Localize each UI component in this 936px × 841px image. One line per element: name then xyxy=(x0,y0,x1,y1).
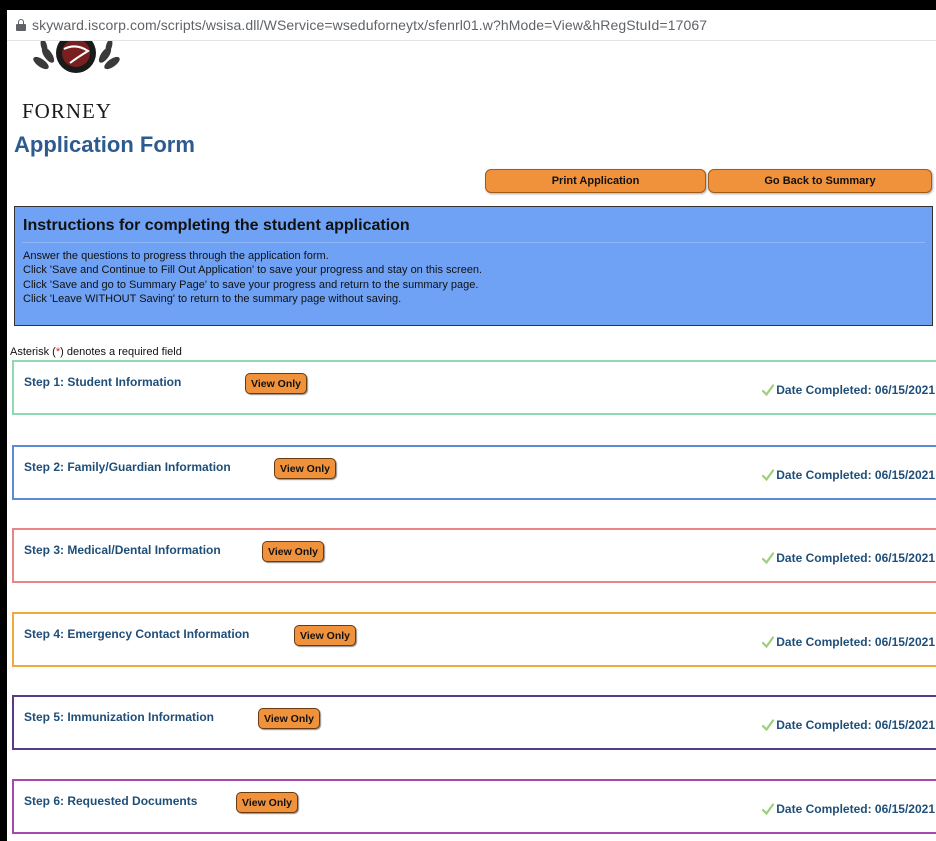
instructions-panel: Instructions for completing the student … xyxy=(14,206,933,326)
instructions-text: Answer the questions to progress through… xyxy=(23,249,482,306)
step-title: Step 5: Immunization Information xyxy=(24,710,215,724)
required-field-note: Asterisk (*) denotes a required field xyxy=(10,346,182,358)
go-back-to-summary-button[interactable]: Go Back to Summary xyxy=(708,169,932,193)
date-completed: Date Completed: 06/15/2021 xyxy=(762,635,935,649)
lock-icon xyxy=(16,19,26,31)
check-icon xyxy=(762,636,775,648)
step-2-card: Step 2: Family/Guardian Information View… xyxy=(12,445,936,500)
check-icon xyxy=(762,552,775,564)
logo-wordmark: FORNEY xyxy=(22,99,113,123)
check-icon xyxy=(762,719,775,731)
browser-window: skyward.iscorp.com/scripts/wsisa.dll/WSe… xyxy=(7,10,936,841)
date-completed: Date Completed: 06/15/2021 xyxy=(762,551,935,565)
step-1-card: Step 1: Student Information View Only Da… xyxy=(12,360,936,415)
step-title: Step 2: Family/Guardian Information xyxy=(24,460,231,474)
instruction-line: Click 'Save and go to Summary Page' to s… xyxy=(23,278,479,291)
view-only-button[interactable]: View Only xyxy=(262,541,324,562)
step-3-card: Step 3: Medical/Dental Information View … xyxy=(12,528,936,583)
step-title: Step 3: Medical/Dental Information xyxy=(24,543,221,557)
forney-logo: FORNEY xyxy=(10,41,145,128)
view-only-button[interactable]: View Only xyxy=(294,625,356,646)
step-6-card: Step 6: Requested Documents View Only Da… xyxy=(12,779,936,834)
print-application-button[interactable]: Print Application xyxy=(485,169,706,193)
step-4-card: Step 4: Emergency Contact Information Vi… xyxy=(12,612,936,667)
check-icon xyxy=(762,384,775,396)
instructions-heading: Instructions for completing the student … xyxy=(23,217,410,234)
view-only-button[interactable]: View Only xyxy=(236,792,298,813)
url-text[interactable]: skyward.iscorp.com/scripts/wsisa.dll/WSe… xyxy=(32,17,707,33)
instructions-divider xyxy=(22,242,925,243)
address-bar[interactable]: skyward.iscorp.com/scripts/wsisa.dll/WSe… xyxy=(7,10,936,41)
date-completed: Date Completed: 06/15/2021 xyxy=(762,802,935,816)
instruction-line: Click 'Leave WITHOUT Saving' to return t… xyxy=(23,292,402,305)
view-only-button[interactable]: View Only xyxy=(245,373,307,394)
view-only-button[interactable]: View Only xyxy=(274,458,336,479)
step-title: Step 1: Student Information xyxy=(24,375,182,389)
instruction-line: Click 'Save and Continue to Fill Out App… xyxy=(23,264,483,277)
instruction-line: Answer the questions to progress through… xyxy=(23,250,329,262)
view-only-button[interactable]: View Only xyxy=(258,708,320,729)
step-title: Step 6: Requested Documents xyxy=(24,794,198,808)
check-icon xyxy=(762,469,775,481)
date-completed: Date Completed: 06/15/2021 xyxy=(762,468,935,482)
step-5-card: Step 5: Immunization Information View On… xyxy=(12,695,936,750)
step-title: Step 4: Emergency Contact Information xyxy=(24,627,250,641)
check-icon xyxy=(762,803,775,815)
date-completed: Date Completed: 06/15/2021 xyxy=(762,718,935,732)
page-title: Application Form xyxy=(14,132,195,157)
date-completed: Date Completed: 06/15/2021 xyxy=(762,383,935,397)
